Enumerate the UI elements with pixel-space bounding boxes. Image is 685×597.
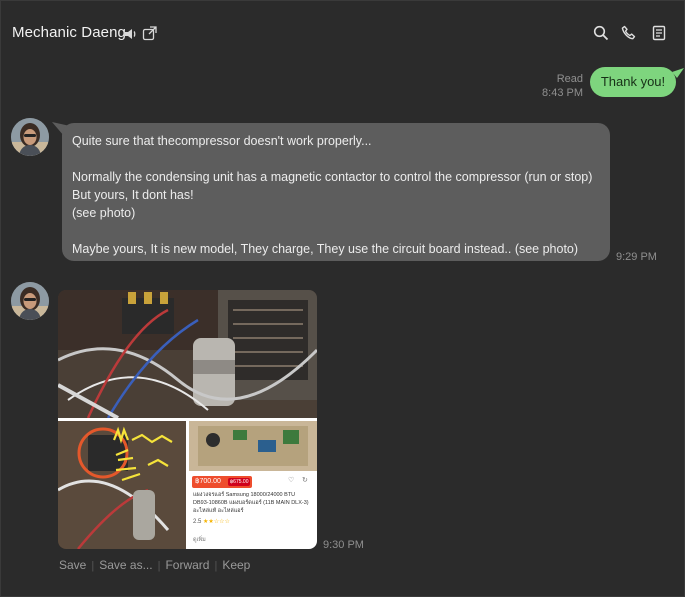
avatar[interactable]	[11, 118, 49, 156]
read-status: Read	[556, 73, 583, 85]
notes-icon[interactable]	[651, 25, 667, 41]
listing-rating: 2.5 ★★☆☆☆	[193, 518, 230, 525]
message-time: 9:29 PM	[616, 251, 657, 263]
message-line: But yours, It dont has!	[72, 188, 194, 202]
incoming-message-bubble[interactable]: Quite sure that thecompressor doesn't wo…	[62, 123, 610, 261]
save-as-button[interactable]: Save as...	[99, 558, 152, 572]
action-separator: |	[157, 560, 161, 572]
action-separator: |	[91, 560, 95, 572]
forward-button[interactable]: Forward	[165, 558, 209, 572]
discount-badge: ฿675.00	[228, 478, 251, 486]
share-icon: ↻	[302, 477, 308, 484]
chat-title[interactable]: Mechanic Daeng	[12, 24, 126, 41]
keep-button[interactable]: Keep	[222, 558, 250, 572]
speaker-icon[interactable]	[123, 26, 139, 42]
avatar-photo	[11, 282, 49, 320]
popout-icon[interactable]	[142, 25, 158, 41]
search-icon[interactable]	[593, 25, 609, 41]
message-time: 9:30 PM	[323, 539, 364, 551]
outgoing-message-bubble[interactable]: Thank you!	[590, 67, 676, 97]
action-separator: |	[214, 560, 218, 572]
rating-value: 2.5	[193, 519, 202, 525]
chat-header: Mechanic Daeng ⋮	[0, 0, 685, 64]
avatar-photo	[11, 118, 49, 156]
more-menu-button[interactable]: ⋮	[680, 22, 685, 40]
star-rating-icon: ★★☆☆☆	[203, 519, 230, 525]
message-line: Normally the condensing unit has a magne…	[72, 170, 593, 184]
message-line: (see photo)	[72, 206, 136, 220]
listing-product-text: แผงวงจรแอร์ Samsung 18000/24000 BTU DB93…	[193, 492, 309, 514]
message-time: 8:43 PM	[542, 87, 583, 99]
bubble-tail	[672, 68, 684, 78]
message-meta: Read 8:43 PM	[542, 72, 583, 100]
save-button[interactable]: Save	[59, 558, 86, 572]
photo-actions: Save | Save as... | Forward | Keep	[59, 558, 250, 572]
photo-attachment[interactable]: ฿700.00 ฿675.00 แผงวงจรแอร์ Samsung 1800…	[58, 290, 317, 549]
listing-footer: ดูเพิ่ม	[193, 537, 206, 543]
avatar[interactable]	[11, 282, 49, 320]
message-line: Maybe yours, It is new model, They charg…	[72, 242, 579, 256]
message-line: Quite sure that thecompressor doesn't wo…	[72, 134, 372, 148]
phone-icon[interactable]	[621, 25, 637, 41]
heart-icon: ♡	[288, 477, 295, 484]
